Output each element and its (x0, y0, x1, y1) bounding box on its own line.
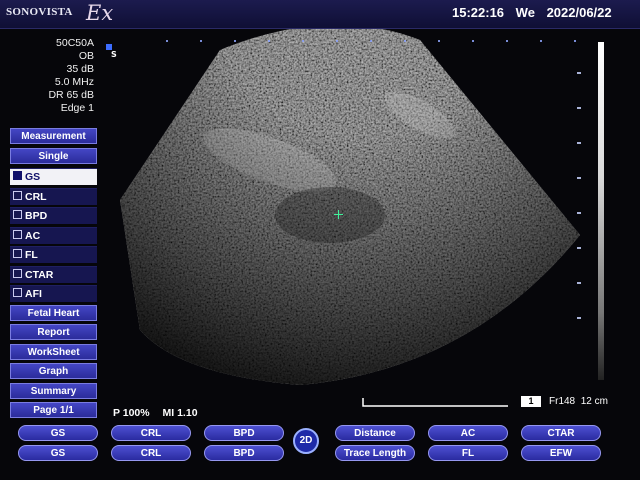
clock-time: 15:22:16 (452, 5, 505, 20)
param-frequency: 5.0 MHz (54, 76, 94, 88)
menu-item-bpd[interactable]: BPD (10, 207, 97, 224)
softkey-bpd-2[interactable]: BPD (204, 445, 284, 461)
param-edge: Edge 1 (60, 102, 94, 114)
depth-value: 12 cm (580, 396, 608, 407)
checkbox-icon (13, 171, 22, 180)
lateral-scale-dots (150, 40, 590, 42)
softkey-gs-1[interactable]: GS (18, 425, 98, 441)
power-mi-readout: P 100% MI 1.10 (113, 407, 208, 419)
depth-scale (577, 52, 585, 382)
menu-item-fl[interactable]: FL (10, 246, 97, 263)
softkey-bpd-1[interactable]: BPD (204, 425, 284, 441)
checkbox-icon (13, 210, 22, 219)
softkey-crl-1[interactable]: CRL (111, 425, 191, 441)
brand-logo-mark: Ex (86, 1, 114, 25)
mechanical-index: MI 1.10 (162, 407, 198, 419)
clock-date: 2022/06/22 (546, 5, 612, 20)
menu-item-label: AFI (25, 288, 42, 300)
ultrasound-screen: SONOVISTA Ex 15:22:16 We 2022/06/22 50C5… (0, 0, 640, 480)
brand-logo-text: SONOVISTA (6, 6, 73, 18)
clock-weekday: We (515, 5, 535, 20)
menu-item-label: CRL (25, 190, 47, 203)
summary-button[interactable]: Summary (10, 382, 97, 399)
menu-item-ctar[interactable]: CTAR (10, 265, 97, 283)
page-indicator-button[interactable]: Page 1/1 (10, 402, 97, 418)
measurement-header[interactable]: Measurement (10, 128, 97, 144)
softkey-efw[interactable]: EFW (521, 445, 601, 461)
frame-badge: 1 (521, 396, 541, 407)
svg-text:S: S (111, 50, 117, 58)
frame-depth-readout: Fr148 12 cm (549, 396, 608, 407)
menu-item-label: AC (25, 229, 41, 242)
checkbox-icon (13, 190, 22, 200)
param-gain: 35 dB (66, 63, 94, 75)
checkbox-icon (13, 229, 22, 239)
checkbox-icon (13, 268, 22, 278)
softkey-distance[interactable]: Distance (335, 425, 415, 441)
softkey-crl-2[interactable]: CRL (111, 445, 191, 461)
param-probe: 50C50A (56, 37, 94, 49)
menu-item-label: BPD (25, 210, 48, 222)
softkey-trace-length[interactable]: Trace Length (335, 445, 415, 461)
fetal-heart-button[interactable]: Fetal Heart (10, 304, 97, 321)
menu-item-crl[interactable]: CRL (10, 187, 97, 205)
softkey-gs-2[interactable]: GS (18, 445, 98, 461)
frame-number: Fr148 (549, 396, 576, 407)
date-time: 15:22:16 We 2022/06/22 (452, 5, 620, 20)
menu-item-afi[interactable]: AFI (10, 285, 97, 302)
depth-ruler (362, 398, 508, 407)
softkey-ctar[interactable]: CTAR (521, 425, 601, 441)
acoustic-power: P 100% (113, 407, 150, 419)
imaging-parameters: 50C50A OB 35 dB 5.0 MHz DR 65 dB Edge 1 (0, 37, 94, 115)
report-button[interactable]: Report (10, 324, 97, 340)
mode-2d-badge[interactable]: 2D (293, 428, 319, 454)
grayscale-bar (598, 42, 604, 380)
caliper-cursor[interactable] (334, 210, 344, 220)
param-dynamic-range: DR 65 dB (48, 89, 94, 101)
param-preset: OB (78, 50, 94, 62)
checkbox-icon (13, 288, 22, 297)
softkey-fl[interactable]: FL (428, 445, 508, 461)
menu-item-label: CTAR (25, 268, 54, 281)
menu-item-ac[interactable]: AC (10, 226, 97, 244)
checkbox-icon (13, 249, 22, 258)
menu-item-label: GS (25, 171, 41, 183)
measurement-mode-single[interactable]: Single (10, 148, 97, 164)
worksheet-button[interactable]: WorkSheet (10, 343, 97, 360)
title-bar: SONOVISTA Ex 15:22:16 We 2022/06/22 (0, 0, 640, 29)
menu-item-gs[interactable]: GS (10, 168, 97, 185)
graph-button[interactable]: Graph (10, 363, 97, 379)
menu-item-label: FL (25, 249, 38, 261)
softkey-ac[interactable]: AC (428, 425, 508, 441)
probe-orientation-icon: S (106, 44, 117, 58)
measurement-menu: Measurement Single GS CRL BPD AC FL CTAR… (10, 128, 97, 422)
